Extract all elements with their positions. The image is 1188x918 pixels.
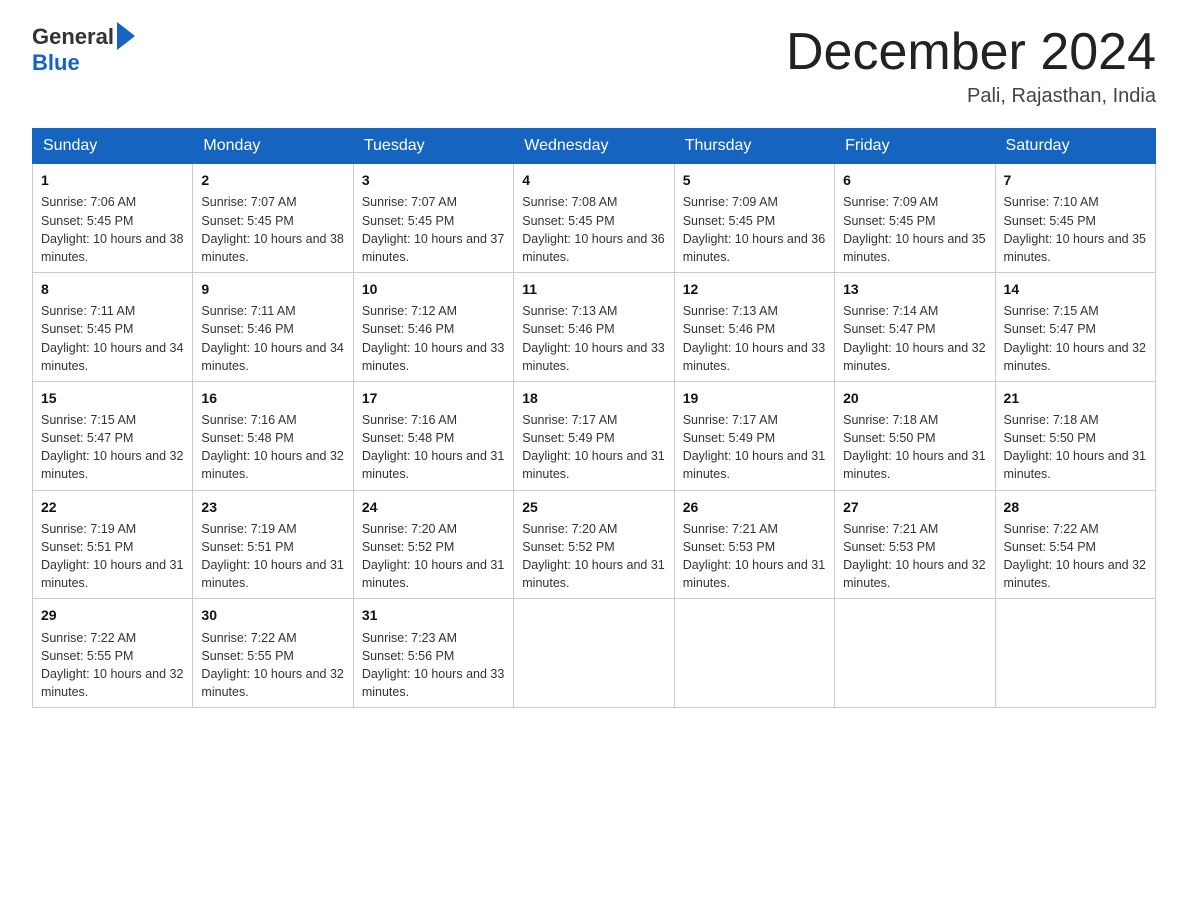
calendar-cell: 19Sunrise: 7:17 AMSunset: 5:49 PMDayligh… <box>674 381 834 490</box>
calendar-cell: 21Sunrise: 7:18 AMSunset: 5:50 PMDayligh… <box>995 381 1155 490</box>
day-number: 24 <box>362 497 505 517</box>
day-number: 9 <box>201 279 344 299</box>
day-number: 11 <box>522 279 665 299</box>
logo: General Blue <box>32 24 135 76</box>
day-number: 25 <box>522 497 665 517</box>
logo-arrow-icon <box>117 22 135 50</box>
calendar-cell: 15Sunrise: 7:15 AMSunset: 5:47 PMDayligh… <box>33 381 193 490</box>
month-title: December 2024 <box>786 24 1156 81</box>
day-header-sunday: Sunday <box>33 129 193 164</box>
week-row-3: 15Sunrise: 7:15 AMSunset: 5:47 PMDayligh… <box>33 381 1156 490</box>
calendar-cell: 17Sunrise: 7:16 AMSunset: 5:48 PMDayligh… <box>353 381 513 490</box>
calendar-cell: 7Sunrise: 7:10 AMSunset: 5:45 PMDaylight… <box>995 164 1155 273</box>
calendar-cell: 8Sunrise: 7:11 AMSunset: 5:45 PMDaylight… <box>33 272 193 381</box>
day-number: 7 <box>1004 170 1147 190</box>
day-number: 3 <box>362 170 505 190</box>
day-header-saturday: Saturday <box>995 129 1155 164</box>
calendar-cell: 13Sunrise: 7:14 AMSunset: 5:47 PMDayligh… <box>835 272 995 381</box>
day-number: 19 <box>683 388 826 408</box>
calendar-cell: 26Sunrise: 7:21 AMSunset: 5:53 PMDayligh… <box>674 490 834 599</box>
calendar-cell: 2Sunrise: 7:07 AMSunset: 5:45 PMDaylight… <box>193 164 353 273</box>
calendar-table: SundayMondayTuesdayWednesdayThursdayFrid… <box>32 128 1156 708</box>
day-number: 4 <box>522 170 665 190</box>
calendar-cell: 9Sunrise: 7:11 AMSunset: 5:46 PMDaylight… <box>193 272 353 381</box>
calendar-cell <box>514 599 674 708</box>
calendar-cell: 10Sunrise: 7:12 AMSunset: 5:46 PMDayligh… <box>353 272 513 381</box>
calendar-cell: 5Sunrise: 7:09 AMSunset: 5:45 PMDaylight… <box>674 164 834 273</box>
week-row-1: 1Sunrise: 7:06 AMSunset: 5:45 PMDaylight… <box>33 164 1156 273</box>
calendar-cell: 18Sunrise: 7:17 AMSunset: 5:49 PMDayligh… <box>514 381 674 490</box>
day-number: 1 <box>41 170 184 190</box>
calendar-cell: 29Sunrise: 7:22 AMSunset: 5:55 PMDayligh… <box>33 599 193 708</box>
day-header-tuesday: Tuesday <box>353 129 513 164</box>
calendar-cell: 14Sunrise: 7:15 AMSunset: 5:47 PMDayligh… <box>995 272 1155 381</box>
calendar-cell: 12Sunrise: 7:13 AMSunset: 5:46 PMDayligh… <box>674 272 834 381</box>
calendar-cell: 11Sunrise: 7:13 AMSunset: 5:46 PMDayligh… <box>514 272 674 381</box>
day-number: 20 <box>843 388 986 408</box>
week-row-2: 8Sunrise: 7:11 AMSunset: 5:45 PMDaylight… <box>33 272 1156 381</box>
calendar-header-row: SundayMondayTuesdayWednesdayThursdayFrid… <box>33 129 1156 164</box>
calendar-cell: 22Sunrise: 7:19 AMSunset: 5:51 PMDayligh… <box>33 490 193 599</box>
day-number: 13 <box>843 279 986 299</box>
day-number: 22 <box>41 497 184 517</box>
day-number: 21 <box>1004 388 1147 408</box>
calendar-cell <box>674 599 834 708</box>
calendar-cell: 23Sunrise: 7:19 AMSunset: 5:51 PMDayligh… <box>193 490 353 599</box>
calendar-cell: 16Sunrise: 7:16 AMSunset: 5:48 PMDayligh… <box>193 381 353 490</box>
day-number: 28 <box>1004 497 1147 517</box>
day-number: 8 <box>41 279 184 299</box>
logo-general-text: General <box>32 24 114 50</box>
calendar-cell: 25Sunrise: 7:20 AMSunset: 5:52 PMDayligh… <box>514 490 674 599</box>
day-number: 26 <box>683 497 826 517</box>
calendar-cell <box>835 599 995 708</box>
location-subtitle: Pali, Rajasthan, India <box>786 85 1156 108</box>
week-row-4: 22Sunrise: 7:19 AMSunset: 5:51 PMDayligh… <box>33 490 1156 599</box>
day-header-thursday: Thursday <box>674 129 834 164</box>
calendar-cell <box>995 599 1155 708</box>
day-number: 30 <box>201 605 344 625</box>
day-header-friday: Friday <box>835 129 995 164</box>
calendar-cell: 31Sunrise: 7:23 AMSunset: 5:56 PMDayligh… <box>353 599 513 708</box>
title-area: December 2024 Pali, Rajasthan, India <box>786 24 1156 108</box>
day-number: 5 <box>683 170 826 190</box>
week-row-5: 29Sunrise: 7:22 AMSunset: 5:55 PMDayligh… <box>33 599 1156 708</box>
calendar-cell: 20Sunrise: 7:18 AMSunset: 5:50 PMDayligh… <box>835 381 995 490</box>
logo-blue-text: Blue <box>32 50 80 75</box>
day-number: 31 <box>362 605 505 625</box>
day-header-wednesday: Wednesday <box>514 129 674 164</box>
calendar-cell: 1Sunrise: 7:06 AMSunset: 5:45 PMDaylight… <box>33 164 193 273</box>
day-number: 29 <box>41 605 184 625</box>
calendar-cell: 3Sunrise: 7:07 AMSunset: 5:45 PMDaylight… <box>353 164 513 273</box>
day-header-monday: Monday <box>193 129 353 164</box>
day-number: 27 <box>843 497 986 517</box>
day-number: 16 <box>201 388 344 408</box>
calendar-cell: 24Sunrise: 7:20 AMSunset: 5:52 PMDayligh… <box>353 490 513 599</box>
page-header: General Blue December 2024 Pali, Rajasth… <box>32 24 1156 108</box>
calendar-cell: 30Sunrise: 7:22 AMSunset: 5:55 PMDayligh… <box>193 599 353 708</box>
calendar-cell: 6Sunrise: 7:09 AMSunset: 5:45 PMDaylight… <box>835 164 995 273</box>
day-number: 10 <box>362 279 505 299</box>
day-number: 15 <box>41 388 184 408</box>
calendar-cell: 4Sunrise: 7:08 AMSunset: 5:45 PMDaylight… <box>514 164 674 273</box>
calendar-cell: 28Sunrise: 7:22 AMSunset: 5:54 PMDayligh… <box>995 490 1155 599</box>
day-number: 17 <box>362 388 505 408</box>
calendar-cell: 27Sunrise: 7:21 AMSunset: 5:53 PMDayligh… <box>835 490 995 599</box>
day-number: 6 <box>843 170 986 190</box>
day-number: 2 <box>201 170 344 190</box>
day-number: 23 <box>201 497 344 517</box>
day-number: 14 <box>1004 279 1147 299</box>
day-number: 12 <box>683 279 826 299</box>
day-number: 18 <box>522 388 665 408</box>
